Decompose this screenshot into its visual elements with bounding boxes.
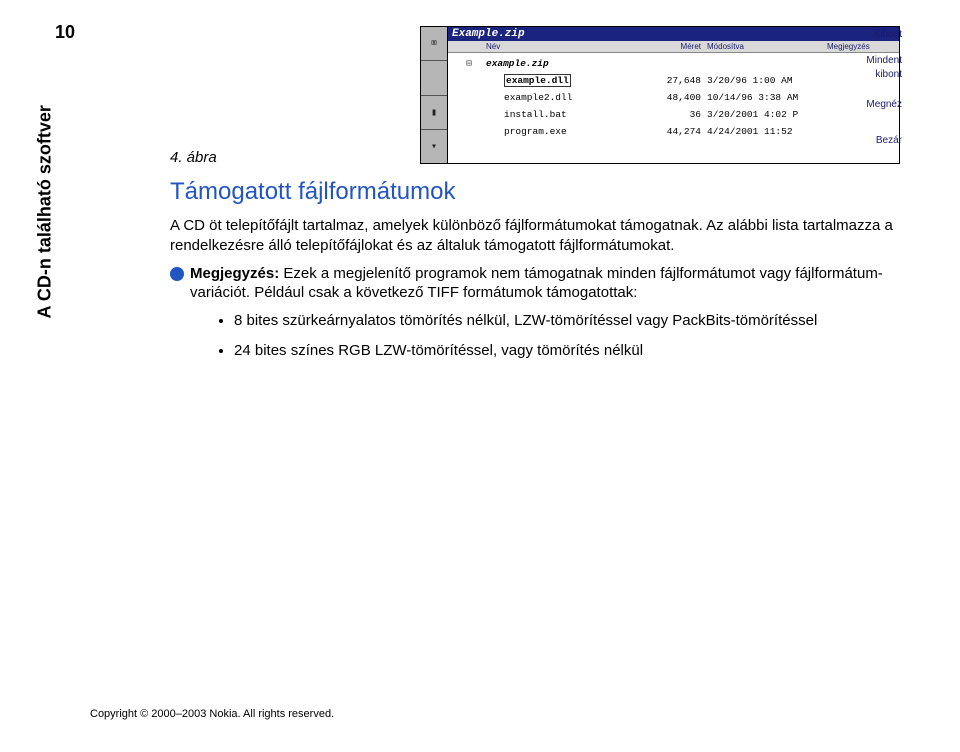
screenshot: ⌧ ▮ ▾ Example.zip Név Méret Módosítva Me… <box>420 26 900 164</box>
action-extract-all-line1[interactable]: Mindent <box>866 54 902 68</box>
file-list: ⊟ example.zip example.dll 27,648 3/20/96… <box>448 53 899 163</box>
figure-area: 4. ábra ⌧ ▮ ▾ Example.zip Név Méret Módo… <box>170 26 900 166</box>
file-size: 27,648 <box>652 72 707 89</box>
titlebar: Example.zip <box>448 27 899 41</box>
column-headers: Név Méret Módosítva Megjegyzés <box>448 41 899 53</box>
figure-caption: 4. ábra <box>170 149 217 166</box>
action-extract[interactable]: Kibont <box>874 28 902 42</box>
file-name: example.dll <box>486 72 652 89</box>
sidebar-running-head: A CD-n található szoftver <box>35 105 56 318</box>
file-modified: 3/20/96 1:00 AM <box>707 72 827 89</box>
toolbar-button-2[interactable] <box>421 61 447 95</box>
column-tree <box>452 42 486 51</box>
file-size: 44,274 <box>652 123 707 140</box>
file-size: 48,400 <box>652 89 707 106</box>
file-name: example2.dll <box>486 89 652 106</box>
note-bullet-icon <box>170 267 184 281</box>
file-modified: 4/24/2001 11:52 <box>707 123 827 140</box>
note-block: Megjegyzés: Ezek a megjelenítő programok… <box>170 264 900 304</box>
file-name: install.bat <box>486 106 652 123</box>
list-item: 8 bites szürkeárnyalatos tömörítés nélkü… <box>234 311 900 331</box>
action-extract-all-line2[interactable]: kibont <box>875 68 902 82</box>
table-row[interactable]: program.exe 44,274 4/24/2001 11:52 <box>452 123 895 140</box>
page: 10 A CD-n található szoftver 4. ábra ⌧ ▮… <box>0 0 960 752</box>
toolbar-button-3[interactable]: ▮ <box>421 96 447 130</box>
table-row[interactable]: install.bat 36 3/20/2001 4:02 P <box>452 106 895 123</box>
page-number: 10 <box>55 22 75 43</box>
toolbar-button-1[interactable]: ⌧ <box>421 27 447 61</box>
note-label: Megjegyzés: <box>190 265 279 282</box>
section-title: Támogatott fájlformátumok <box>170 178 900 206</box>
column-name[interactable]: Név <box>486 42 652 51</box>
body-paragraph: A CD öt telepítőfájlt tartalmaz, amelyek… <box>170 216 900 256</box>
action-view[interactable]: Megnéz <box>866 98 902 112</box>
action-close[interactable]: Bezár <box>876 134 902 148</box>
table-row[interactable]: example.dll 27,648 3/20/96 1:00 AM <box>452 72 895 89</box>
file-modified: 10/14/96 3:38 AM <box>707 89 827 106</box>
note-text: Megjegyzés: Ezek a megjelenítő programok… <box>190 264 900 304</box>
table-row[interactable]: ⊟ example.zip <box>452 55 895 72</box>
bullet-list: 8 bites szürkeárnyalatos tömörítés nélkü… <box>170 311 900 361</box>
column-note[interactable]: Megjegyzés <box>827 42 895 51</box>
file-name: program.exe <box>486 123 652 140</box>
column-size[interactable]: Méret <box>652 42 707 51</box>
list-item: 24 bites színes RGB LZW-tömörítéssel, va… <box>234 341 900 361</box>
file-pane: Example.zip Név Méret Módosítva Megjegyz… <box>448 26 900 164</box>
tree-toggle-icon[interactable]: ⊟ <box>452 55 486 72</box>
copyright: Copyright © 2000–2003 Nokia. All rights … <box>90 708 334 720</box>
file-name: example.zip <box>486 55 652 72</box>
file-modified: 3/20/2001 4:02 P <box>707 106 827 123</box>
toolbar-button-4[interactable]: ▾ <box>421 130 447 163</box>
column-modified[interactable]: Módosítva <box>707 42 827 51</box>
screenshot-toolbar: ⌧ ▮ ▾ <box>420 26 448 164</box>
file-size: 36 <box>652 106 707 123</box>
note-body: Ezek a megjelenítő programok nem támogat… <box>190 265 883 302</box>
content-area: 4. ábra ⌧ ▮ ▾ Example.zip Név Méret Módo… <box>170 26 900 371</box>
table-row[interactable]: example2.dll 48,400 10/14/96 3:38 AM <box>452 89 895 106</box>
